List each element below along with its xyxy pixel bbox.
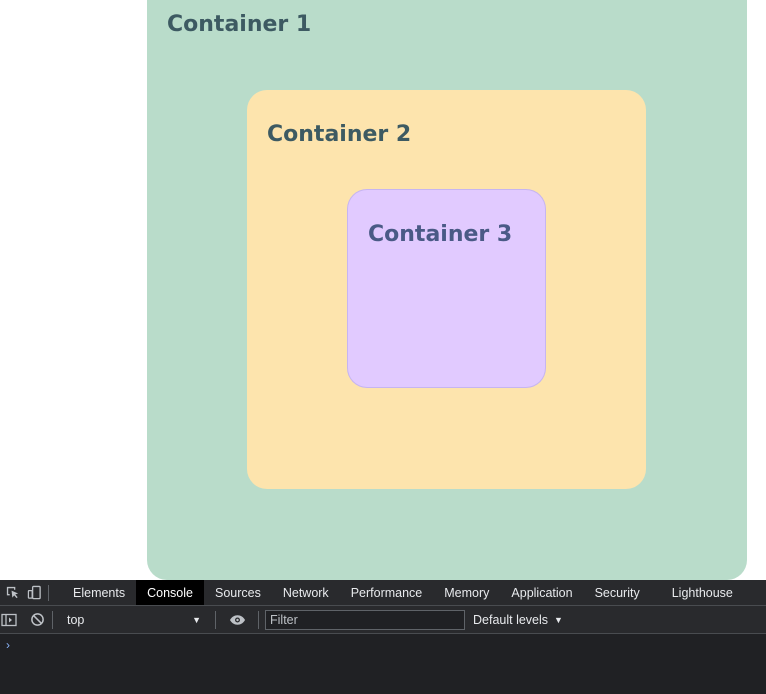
tab-security[interactable]: Security <box>584 580 651 605</box>
tab-console[interactable]: Console <box>136 580 204 605</box>
devtools-panel: Elements Console Sources Network Perform… <box>0 580 766 694</box>
tab-network[interactable]: Network <box>272 580 340 605</box>
container-3-title: Container 3 <box>368 222 513 247</box>
tab-performance[interactable]: Performance <box>340 580 434 605</box>
container-1-title: Container 1 <box>167 12 312 37</box>
device-toolbar-icon[interactable] <box>26 585 42 601</box>
console-prompt[interactable]: › <box>0 634 766 656</box>
devtools-tab-bar: Elements Console Sources Network Perform… <box>0 580 766 606</box>
tab-elements[interactable]: Elements <box>60 580 136 605</box>
devtools-tool-icons <box>0 580 60 605</box>
console-sidebar-icon[interactable] <box>0 611 18 629</box>
container-2: Container 2 Container 3 <box>247 90 646 489</box>
console-toolbar: top ▼ Default levels ▼ <box>0 606 766 634</box>
chevron-down-icon: ▼ <box>554 614 563 625</box>
container-1: Container 1 Container 2 Container 3 <box>147 0 747 580</box>
toolbar-separator <box>258 610 259 629</box>
console-filter-input[interactable] <box>265 609 465 630</box>
chevron-down-icon: ▼ <box>192 614 201 625</box>
tab-separator <box>48 584 49 601</box>
container-2-title: Container 2 <box>267 122 412 147</box>
page-viewport: Container 1 Container 2 Container 3 <box>0 0 766 580</box>
prompt-caret-icon: › <box>6 638 10 652</box>
inspect-element-icon[interactable] <box>4 585 20 601</box>
tab-application[interactable]: Application <box>500 580 583 605</box>
tab-memory[interactable]: Memory <box>433 580 500 605</box>
log-levels-label: Default levels <box>473 612 549 627</box>
toolbar-separator <box>52 610 53 629</box>
clear-console-icon[interactable] <box>28 611 46 629</box>
live-expression-eye-icon[interactable] <box>228 611 246 629</box>
log-levels-dropdown[interactable]: Default levels ▼ <box>473 613 563 627</box>
tab-sources[interactable]: Sources <box>204 580 272 605</box>
context-selector-value: top <box>67 612 85 627</box>
context-selector[interactable]: top ▼ <box>63 610 209 630</box>
toolbar-separator <box>215 610 216 629</box>
container-3: Container 3 <box>347 189 546 388</box>
tab-lighthouse[interactable]: Lighthouse <box>651 580 744 605</box>
